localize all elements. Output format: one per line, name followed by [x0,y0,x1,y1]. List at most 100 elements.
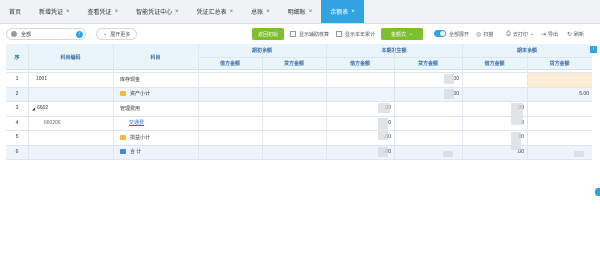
close-icon[interactable]: × [66,9,70,15]
cell-cur_credit [394,130,462,144]
expand-all-label: 全部展开 [449,31,470,38]
header-current-credit: 贷方金额 [417,61,438,67]
tab-label: 凭证汇总表 [196,10,227,16]
cell-cur_debit [326,72,394,86]
cell-name: 交通费 [113,116,198,130]
collapse-icon[interactable]: ◢ [32,106,35,111]
cell-index: 2 [6,87,28,101]
tab-label: 总账 [251,10,264,16]
redacted-value [511,103,523,125]
print-icon: ⎙ [506,30,511,37]
close-icon[interactable]: × [115,9,119,15]
scan-icon: ◎ [476,31,482,38]
column-divider [394,44,395,159]
chevron-down-icon: ⌄ [408,31,414,37]
expand-all-label-wrap: 全部展开 [449,29,469,39]
tab-item[interactable]: 余额表 × [321,0,364,23]
header-opening-debit: 借方金额 [219,61,240,67]
side-handle[interactable] [595,188,600,196]
print-label: 去打印 [512,31,528,38]
close-icon[interactable]: × [351,9,355,15]
expand-more-label: 展开更多 [110,31,131,38]
header-current-debit: 借方金额 [349,61,370,67]
scan-label: 扫描 [483,31,494,38]
row-name[interactable]: 交通费 [129,119,144,126]
cell-close_credit: 5.00 [527,87,592,101]
row-index: 3 [15,105,19,111]
close-icon[interactable]: × [230,9,234,15]
format-dropdown[interactable]: 金额式 ⌄ [381,28,423,40]
export-icon: ⇥ [541,31,547,38]
cell-code: 1001 [28,72,113,86]
show-year-checkbox[interactable]: 显示本年累计 [336,29,375,39]
row-code: 660206 [44,119,61,126]
print-button[interactable]: ⎙ 去打印 ⌄ [506,29,534,39]
cell-index: 4 [6,116,28,130]
table-header: 序 科目编码 科目 期初余额 本期发生额 期末余额 借方金额 贷方金额 借方金额… [6,44,592,70]
table-row[interactable]: 3◢6602管理费用.00.00 [6,101,592,115]
tab-item[interactable]: 查看凭证 × [79,0,128,23]
scan-button[interactable]: ◎ 扫描 [476,29,493,39]
return-initial-button[interactable]: 返回初始 [252,28,285,40]
row-index: 6 [15,148,19,155]
tab-item[interactable]: 新增凭证 × [30,0,79,23]
row-divider [6,115,592,117]
cell-cur_credit [394,101,462,115]
table-row[interactable]: 6合 计.00.00 [6,144,592,159]
row-divider [6,130,592,131]
amount-value: 5.00 [579,90,589,97]
cell-code [28,145,113,159]
toolbar: 全部 › ⌄ 展开更多 返回初始 显示辅助核算 显示本年累计 金额式 ⌄ 全部展… [0,24,600,44]
table-row[interactable]: 5损益小计.0000 [6,130,592,144]
expand-more-button[interactable]: ⌄ 展开更多 [96,28,138,40]
scope-select[interactable]: 全部 › [6,28,86,40]
show-aux-label: 显示辅助核算 [299,31,330,38]
tab-item[interactable]: 凭证汇总表 × [188,0,243,23]
header-closing-debit: 借方金额 [484,61,505,67]
cell-index: 5 [6,130,28,144]
close-icon[interactable]: × [309,9,313,15]
chevron-down-icon: ⌄ [529,31,535,37]
tab-item[interactable]: 首页 [0,0,30,23]
row-divider [6,159,592,160]
tab-item[interactable]: 明细账 × [279,0,322,23]
cell-close_credit [527,130,592,144]
redacted-value [378,103,390,113]
panel-toggle-icon[interactable]: › [590,46,597,53]
column-divider [527,44,528,159]
tab-label: 智能凭证中心 [136,10,173,16]
export-button[interactable]: ⇥ 导出 [541,29,558,39]
show-year-label: 显示本年累计 [345,31,376,38]
row-divider [6,86,592,88]
checkbox-icon [290,31,296,37]
table-row[interactable]: 2 资产小计 .00 5.00 [6,86,592,101]
cell-close_credit [527,116,592,130]
column-divider [28,44,29,159]
refresh-button[interactable]: ↻ 刷新 [567,29,584,39]
expand-all-toggle[interactable] [434,30,446,37]
table-row[interactable]: 1 1001 库存现金 .00 [6,72,592,86]
cell-name: 损益小计 [113,130,198,144]
tab-item[interactable]: 总账 × [242,0,279,23]
export-label: 导出 [548,31,559,38]
format-label: 金额式 [390,31,406,38]
tab-item[interactable]: 智能凭证中心 × [127,0,188,23]
chevron-down-icon: ⌄ [103,31,108,37]
close-icon[interactable]: × [266,9,270,15]
row-index: 1 [15,76,19,82]
tab-label: 余额表 [330,10,349,16]
cell-close_debit [462,72,527,86]
close-icon[interactable]: × [175,9,179,15]
redacted-value [444,74,454,84]
cell-close_credit [527,101,592,115]
refresh-label: 刷新 [574,31,585,38]
cell-code: 660206 [28,116,113,130]
tab-bar: 首页 新增凭证 × 查看凭证 × 智能凭证中心 × 凭证汇总表 × 总账 × 明细账 × 余额表 × [0,0,600,24]
column-divider [262,44,263,159]
row-code: 1001 [36,76,48,82]
show-aux-checkbox[interactable]: 显示辅助核算 [290,29,329,39]
search-go-icon[interactable]: › [76,31,83,38]
column-divider [462,44,463,159]
table-row[interactable]: 4660206交通费00 [6,116,592,130]
row-divider [6,72,592,73]
